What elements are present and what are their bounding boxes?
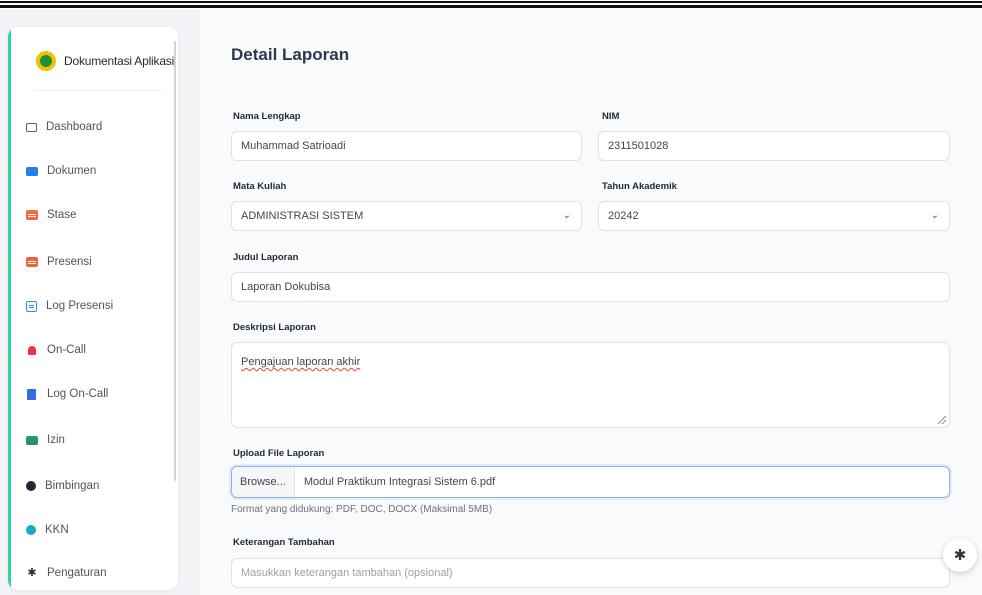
mata-kuliah-label: Mata Kuliah — [233, 181, 287, 192]
judul-field[interactable]: Laporan Dokubisa — [231, 272, 950, 302]
brand-name: Dokumentasi Aplikasi UNISA — [64, 54, 178, 68]
sidebar-item-izin[interactable]: Izin — [26, 429, 65, 451]
sidebar-item-label: Log On-Call — [47, 388, 109, 400]
file-name: Modul Praktikum Integrasi Sistem 6.pdf — [303, 476, 496, 488]
deskripsi-value: Pengajuan laporan akhir — [241, 356, 361, 368]
globe-icon — [26, 525, 36, 535]
calendar-icon — [26, 210, 38, 220]
sidebar-item-stase[interactable]: Stase — [26, 204, 76, 226]
sidebar-item-kkn[interactable]: KKN — [26, 519, 69, 541]
sidebar-accent — [8, 27, 11, 590]
tahun-akademik-value: 20242 — [608, 210, 639, 222]
sidebar-item-on-call[interactable]: On-Call — [26, 339, 86, 361]
sidebar-item-log-presensi[interactable]: Log Presensi — [26, 295, 113, 317]
gear-icon: ✱ — [27, 567, 37, 579]
sidebar-item-label: Bimbingan — [45, 480, 100, 492]
bell-icon — [28, 345, 36, 355]
nim-field[interactable]: 2311501028 — [598, 131, 950, 161]
calendar-check-icon — [26, 257, 38, 267]
sidebar-item-label: On-Call — [47, 344, 86, 356]
tahun-akademik-select[interactable]: 20242 ⌄ — [598, 201, 950, 231]
resize-handle-icon[interactable] — [938, 416, 946, 424]
sidebar-item-label: Log Presensi — [46, 300, 114, 312]
sidebar-item-label: Dokumen — [47, 165, 97, 177]
upload-label: Upload File Laporan — [233, 448, 325, 459]
sidebar-scrollbar[interactable] — [174, 41, 176, 481]
gear-icon: ✱ — [953, 547, 967, 564]
nama-field[interactable]: Muhammad Satrioadi — [231, 131, 582, 161]
folder-icon — [26, 166, 38, 176]
nama-label: Nama Lengkap — [233, 111, 301, 122]
judul-value: Laporan Dokubisa — [241, 281, 331, 293]
sidebar-item-label: Dashboard — [46, 121, 103, 133]
file-upload-input[interactable]: Browse... Modul Praktikum Integrasi Sist… — [231, 466, 950, 498]
sidebar-item-label: KKN — [45, 524, 69, 536]
sidebar-item-label: Izin — [47, 434, 65, 446]
sidebar-item-label: Presensi — [47, 256, 92, 268]
sidebar-item-label: Pengaturan — [47, 567, 107, 579]
izin-icon — [26, 435, 38, 445]
mata-kuliah-select[interactable]: ADMINISTRASI SISTEM ⌄ — [231, 201, 582, 231]
sidebar-item-bimbingan[interactable]: Bimbingan — [26, 475, 99, 497]
list-icon — [26, 300, 37, 312]
settings-fab-button[interactable]: ✱ — [943, 538, 977, 572]
chevron-down-icon: ⌄ — [930, 210, 939, 221]
sidebar-item-pengaturan[interactable]: ✱ Pengaturan — [26, 562, 106, 584]
chevron-down-icon: ⌄ — [562, 210, 571, 221]
sidebar-item-dashboard[interactable]: Dashboard — [26, 116, 102, 138]
book-icon — [27, 388, 36, 400]
deskripsi-label: Deskripsi Laporan — [233, 322, 316, 333]
nim-label: NIM — [602, 111, 620, 122]
deskripsi-textarea[interactable]: Pengajuan laporan akhir — [231, 342, 950, 428]
chat-icon — [26, 481, 36, 491]
university-logo-icon — [36, 51, 56, 71]
judul-label: Judul Laporan — [233, 252, 299, 263]
nim-value: 2311501028 — [608, 140, 669, 152]
nama-value: Muhammad Satrioadi — [241, 140, 346, 152]
keterangan-input[interactable]: Masukkan keterangan tambahan (opsional) — [231, 558, 950, 588]
window-top-border — [0, 0, 982, 9]
sidebar-item-log-on-call[interactable]: Log On-Call — [26, 383, 108, 405]
sidebar-item-presensi[interactable]: Presensi — [26, 251, 92, 273]
sidebar-item-label: Stase — [47, 209, 77, 221]
keterangan-label: Keterangan Tambahan — [233, 537, 335, 548]
brand-divider — [34, 90, 162, 91]
monitor-icon — [26, 122, 37, 132]
browse-button[interactable]: Browse... — [232, 467, 295, 497]
keterangan-placeholder: Masukkan keterangan tambahan (opsional) — [241, 567, 453, 579]
mata-kuliah-value: ADMINISTRASI SISTEM — [241, 210, 364, 222]
sidebar: Dokumentasi Aplikasi UNISA Dashboard Dok… — [8, 27, 178, 590]
brand[interactable]: Dokumentasi Aplikasi UNISA — [36, 51, 178, 71]
tahun-akademik-label: Tahun Akademik — [602, 181, 677, 192]
sidebar-item-dokumen[interactable]: Dokumen — [26, 160, 96, 182]
page-title: Detail Laporan — [231, 45, 350, 64]
upload-help-text: Format yang didukung: PDF, DOC, DOCX (Ma… — [231, 504, 493, 515]
